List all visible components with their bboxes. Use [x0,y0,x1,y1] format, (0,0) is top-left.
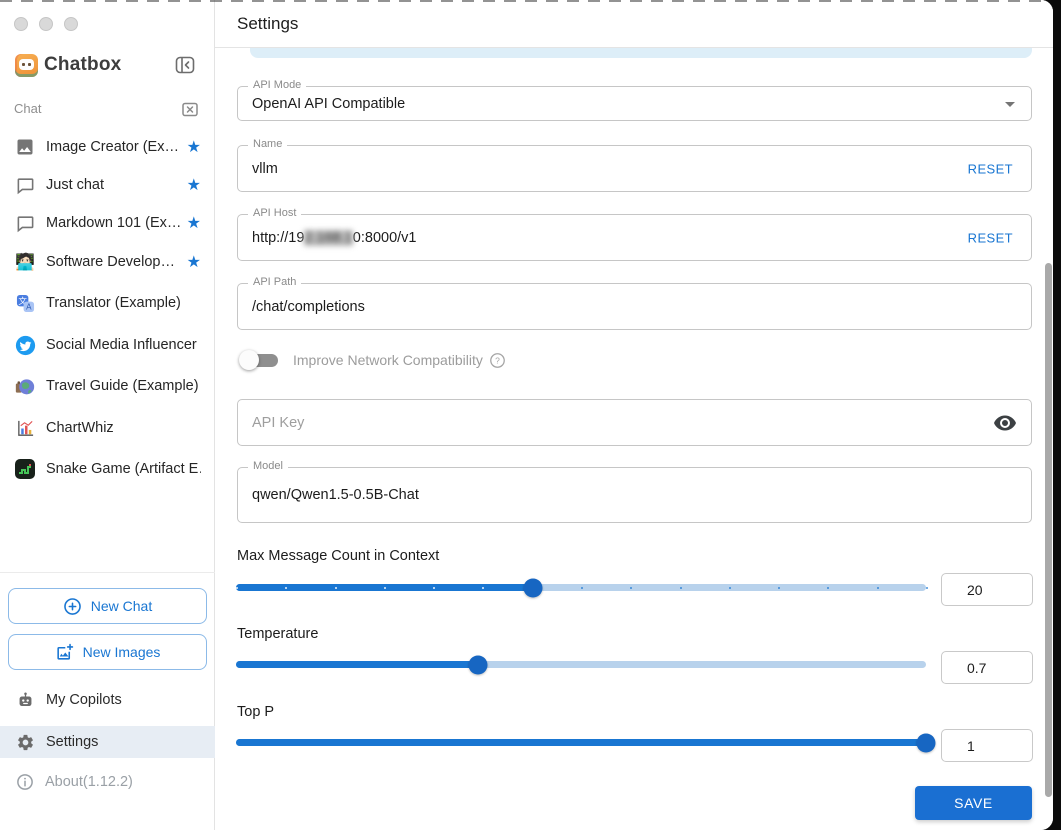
max-message-count-value[interactable]: 20 [941,573,1033,606]
top-p-value[interactable]: 1 [941,729,1033,762]
snake-game-icon [14,458,36,480]
help-icon[interactable]: ? [489,352,506,369]
visibility-eye-icon[interactable] [993,411,1017,435]
api-path-field[interactable]: API Path /chat/completions [237,276,1032,330]
temperature-label: Temperature [237,626,319,642]
max-message-count-slider[interactable] [236,575,928,599]
api-mode-label: API Mode [248,79,307,91]
top-p-slider[interactable] [236,730,936,754]
new-images-button[interactable]: New Images [8,634,207,670]
name-label: Name [248,138,288,150]
clear-conversations-icon[interactable] [180,99,200,119]
window-close-button[interactable] [14,17,28,31]
svg-text:?: ? [495,355,500,365]
star-icon[interactable]: ★ [187,252,201,272]
slider-thumb[interactable] [916,733,936,752]
chat-bubble-icon [14,174,36,196]
slider-thumb[interactable] [468,655,487,674]
star-icon[interactable]: ★ [187,213,201,233]
api-host-value: http://192.168.10:8000/v1 [252,229,417,246]
sidebar-item-social-media-influencer[interactable]: Social Media Influencer … [0,326,215,364]
svg-text:A: A [26,302,32,311]
model-label: Model [248,460,288,472]
sidebar-divider [0,572,215,573]
new-chat-button[interactable]: New Chat [8,588,207,624]
sidebar-item-software-developer[interactable]: 🧑🏻‍💻 Software Develop… ★ [0,243,215,281]
chatbox-logo [15,54,38,77]
chat-section-label: Chat [14,101,42,116]
sidebar-item-about[interactable]: About(1.12.2) [0,766,215,798]
sidebar-item-my-copilots[interactable]: My Copilots [0,684,215,716]
api-mode-value: OpenAI API Compatible [252,95,406,112]
model-value: qwen/Qwen1.5-0.5B-Chat [252,487,419,503]
name-field[interactable]: Name vllm RESET [237,138,1032,192]
api-path-value: /chat/completions [252,298,365,315]
developer-emoji-icon: 🧑🏻‍💻 [15,254,35,271]
gear-icon [16,733,35,752]
translate-icon: 文A [14,292,36,314]
api-host-field[interactable]: API Host http://192.168.10:8000/v1 RESET [237,207,1032,261]
travel-globe-icon [14,375,36,397]
api-mode-select[interactable]: API Mode OpenAI API Compatible [237,79,1032,121]
window-zoom-button[interactable] [64,17,78,31]
image-icon [14,136,36,158]
network-compatibility-row: Improve Network Compatibility ? [237,346,506,374]
sidebar-item-just-chat[interactable]: Just chat ★ [0,166,215,204]
sidebar-item-snake-game[interactable]: Snake Game (Artifact E… [0,450,215,488]
network-compatibility-toggle[interactable] [237,346,283,374]
temperature-slider[interactable] [236,652,926,676]
sidebar-item-chartwhiz[interactable]: ChartWhiz [0,409,215,447]
slider-thumb[interactable] [523,578,543,597]
save-button[interactable]: SAVE [915,786,1032,820]
settings-panel: Settings API Mode OpenAI API Compatible … [215,0,1053,830]
sidebar: Chatbox Chat Image Creator (Ex… ★ Just c… [0,0,215,830]
top-p-label: Top P [237,704,275,720]
star-icon[interactable]: ★ [187,175,201,195]
image-plus-icon [55,643,74,662]
model-field[interactable]: Model qwen/Qwen1.5-0.5B-Chat [237,460,1032,523]
network-compatibility-label: Improve Network Compatibility [293,352,483,368]
name-reset-button[interactable]: RESET [968,161,1013,176]
page-title: Settings [237,14,299,33]
sidebar-item-settings[interactable]: Settings [0,726,215,758]
chevron-down-icon [1005,101,1015,107]
max-message-count-label: Max Message Count in Context [237,548,440,564]
plus-circle-icon [63,597,82,616]
sidebar-item-translator[interactable]: 文A Translator (Example) [0,284,215,322]
star-icon[interactable]: ★ [187,137,201,157]
app-window: Chatbox Chat Image Creator (Ex… ★ Just c… [0,0,1053,830]
api-key-input[interactable] [238,400,1031,445]
main-header: Settings [215,0,1053,48]
app-title: Chatbox [44,54,122,75]
robot-icon [16,691,35,710]
api-host-reset-button[interactable]: RESET [968,230,1013,245]
chat-bubble-icon [14,212,36,234]
collapse-sidebar-icon[interactable] [174,54,196,76]
chart-icon [14,417,36,439]
sidebar-item-travel-guide[interactable]: Travel Guide (Example) [0,367,215,405]
scrollbar-thumb[interactable] [1045,263,1052,797]
temperature-value[interactable]: 0.7 [941,651,1033,684]
info-alert-partial [250,48,1032,58]
api-key-field[interactable] [237,399,1032,446]
info-icon [16,773,34,791]
twitter-icon [14,334,36,356]
api-host-label: API Host [248,207,302,219]
api-path-label: API Path [248,276,302,288]
window-top-edge [0,0,1053,2]
name-value: vllm [252,160,278,177]
sidebar-item-image-creator[interactable]: Image Creator (Ex… ★ [0,128,215,166]
window-minimize-button[interactable] [39,17,53,31]
sidebar-item-markdown-101[interactable]: Markdown 101 (Ex… ★ [0,204,215,242]
